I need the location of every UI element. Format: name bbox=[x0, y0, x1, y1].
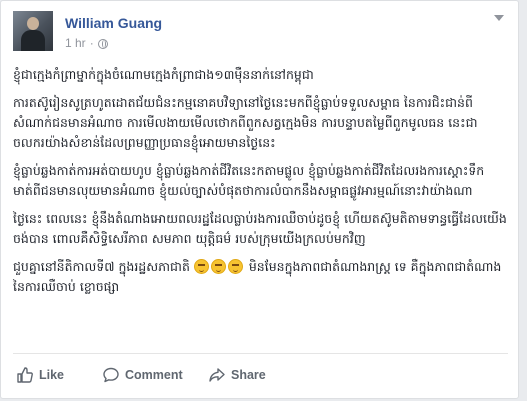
post-paragraph-5-wrap: ជួបគ្នានៅនីតិកាលទី៧ ក្នុងរដ្ឋសភាជាតិ មិន… bbox=[13, 257, 508, 297]
actions-divider bbox=[13, 353, 508, 354]
avatar[interactable] bbox=[13, 11, 53, 51]
post-card: William Guang 1 hr · ខ្ញុំជាក្មេងកំព្រាម្… bbox=[0, 0, 519, 399]
post-paragraph-5: ជួបគ្នានៅនីតិកាលទី៧ ក្នុងរដ្ឋសភាជាតិ bbox=[13, 259, 190, 274]
post-paragraph-3: ខ្ញុំធ្លាប់ឆ្លងកាត់ការអត់បាយហូប ខ្ញុំធ្ល… bbox=[13, 163, 485, 198]
globe-icon[interactable] bbox=[97, 39, 108, 49]
smiling-face-icon bbox=[227, 259, 243, 274]
post-paragraph-2: ការតស៊ូរៀនសូត្រហូតដោតជ័យជំនះកម្មនោគបវិទ្… bbox=[13, 95, 478, 150]
smiling-face-icon bbox=[193, 259, 209, 274]
author-name[interactable]: William Guang bbox=[65, 15, 162, 31]
speech-bubble-icon bbox=[103, 367, 119, 383]
avatar-body bbox=[21, 30, 45, 51]
share-arrow-icon bbox=[209, 368, 225, 382]
post-meta: 1 hr · bbox=[65, 36, 108, 50]
like-button[interactable]: Like bbox=[17, 359, 64, 391]
post-paragraph-1: ខ្ញុំជាក្មេងកំព្រាម្នាក់ក្នុងចំណោមក្មេងក… bbox=[13, 67, 314, 82]
post-body: ខ្ញុំជាក្មេងកំព្រាម្នាក់ក្នុងចំណោមក្មេងក… bbox=[13, 65, 508, 305]
chevron-down-icon[interactable] bbox=[494, 15, 504, 21]
post-paragraph-4: ថ្ងៃនេះ ពេលនេះ ខ្ញុំនឹងតំណាងអោយពលរដ្ឋដែល… bbox=[13, 211, 507, 246]
avatar-head bbox=[27, 17, 39, 30]
share-label: Share bbox=[231, 368, 266, 382]
thumbs-up-icon bbox=[17, 367, 33, 383]
comment-label: Comment bbox=[125, 368, 183, 382]
post-time[interactable]: 1 hr bbox=[65, 36, 86, 50]
like-label: Like bbox=[39, 368, 65, 382]
share-button[interactable]: Share bbox=[209, 359, 266, 391]
meta-separator: · bbox=[89, 36, 94, 50]
post-actions: Like Comment Share bbox=[13, 359, 508, 391]
comment-button[interactable]: Comment bbox=[103, 359, 183, 391]
smiling-face-icon bbox=[210, 259, 226, 274]
